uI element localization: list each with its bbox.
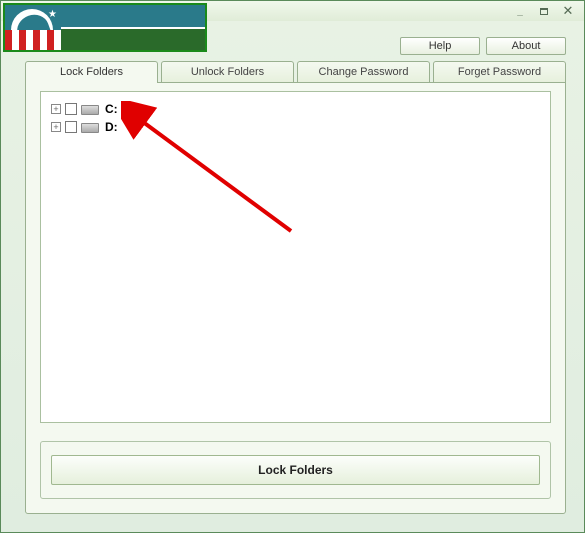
app-logo: ★ xyxy=(3,3,207,52)
app-window: _ ✕ ★ Help About Lock Folders Unlock Fol… xyxy=(0,0,585,533)
drive-label[interactable]: C: xyxy=(105,102,118,116)
close-button[interactable]: ✕ xyxy=(558,4,578,18)
minimize-button[interactable]: _ xyxy=(510,4,530,18)
action-area: Lock Folders xyxy=(40,441,551,499)
maximize-button[interactable] xyxy=(534,4,554,18)
logo-icon: ★ xyxy=(5,5,61,50)
tab-forget-password[interactable]: Forget Password xyxy=(433,61,566,83)
expand-icon[interactable]: + xyxy=(51,104,61,114)
about-button[interactable]: About xyxy=(486,37,566,55)
content-panel: + C: + D: Lock Folders xyxy=(25,82,566,514)
lock-folders-button[interactable]: Lock Folders xyxy=(51,455,540,485)
drive-label[interactable]: D: xyxy=(105,120,118,134)
tree-row: + D: xyxy=(51,118,540,136)
help-button[interactable]: Help xyxy=(400,37,480,55)
drive-tree-panel: + C: + D: xyxy=(40,91,551,423)
tab-lock-folders[interactable]: Lock Folders xyxy=(25,61,158,83)
drive-icon xyxy=(81,103,99,115)
expand-icon[interactable]: + xyxy=(51,122,61,132)
tab-change-password[interactable]: Change Password xyxy=(297,61,430,83)
drive-icon xyxy=(81,121,99,133)
drive-checkbox[interactable] xyxy=(65,103,77,115)
tree-row: + C: xyxy=(51,100,540,118)
tab-unlock-folders[interactable]: Unlock Folders xyxy=(161,61,294,83)
toolbar: Help About xyxy=(400,37,566,55)
drive-tree: + C: + D: xyxy=(41,92,550,144)
tab-bar: Lock Folders Unlock Folders Change Passw… xyxy=(25,61,566,83)
drive-checkbox[interactable] xyxy=(65,121,77,133)
